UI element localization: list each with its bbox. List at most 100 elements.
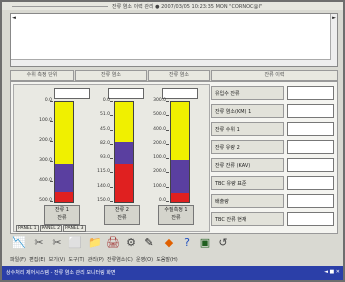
gauge-scale-label: 100.0 xyxy=(153,155,166,161)
menu-item[interactable]: 파일(F) xyxy=(10,257,26,263)
readout-label: 유입수 잔류 xyxy=(211,86,284,100)
gauge-tick xyxy=(50,121,53,122)
taskbar-title[interactable]: 상수처리 제어시스템 - 잔류 염소 관리 모니터링 화면 xyxy=(6,269,116,276)
readout-panel: 유입수 잔류 잔류 염소(KM) 1 잔류 수위 1 잔류 유량 2 잔류 잔류… xyxy=(211,84,334,230)
gauge-3-value-box xyxy=(162,88,198,99)
gauge-scale-label: 200.0 xyxy=(153,140,166,146)
gauge-3-label-line2: 잔류 xyxy=(171,215,181,221)
gauge-segment xyxy=(171,193,189,202)
gauge-scale-label: 500.0 xyxy=(153,112,166,118)
gauge-segment xyxy=(55,102,73,164)
taskbar-controls[interactable]: ◄ ■ ✕ xyxy=(324,269,340,275)
gauge-tick xyxy=(166,186,169,188)
gauge-scale-label: 93.0 xyxy=(99,155,110,161)
gauge-tick xyxy=(166,172,169,174)
readout-row: 잔류 유량 2 xyxy=(211,140,334,154)
gauge-scale-label: 82.0 xyxy=(99,140,110,146)
log-panel[interactable]: ◄ ► xyxy=(10,13,338,67)
menu-item[interactable]: 편집(E) xyxy=(29,257,45,263)
readout-value xyxy=(287,176,334,190)
gauge-scale-label: 400.0 xyxy=(39,178,52,183)
gauge-panel: 0.0 100.0 200.0 300.0 400.0 500.0 잔류 1 잔류 0.0… xyxy=(13,84,210,232)
readout-value xyxy=(287,158,334,172)
gauge-2-label[interactable]: 잔류 2 잔류 xyxy=(104,205,140,225)
readout-row: 배출량 xyxy=(211,194,334,208)
menu-item[interactable]: 보기(V) xyxy=(49,257,66,263)
readout-row: TBC 유량 표준 xyxy=(211,176,334,190)
scroll-right-icon[interactable]: ► xyxy=(332,15,336,21)
tab-panel-1[interactable]: PANEL 1 xyxy=(16,225,39,232)
horizontal-scrollbar[interactable] xyxy=(11,59,331,66)
gauge-bar xyxy=(170,101,190,203)
window-title: 잔류 염소 이력 관리 ● 2007/03/05 10:23:35 MON "C… xyxy=(112,4,263,10)
menu-item[interactable]: 잔류염소(C) xyxy=(107,257,133,263)
gauge-scale-label: 140.0 xyxy=(97,183,110,189)
gauge-segment xyxy=(115,142,133,164)
tool-icon[interactable]: ✂ xyxy=(32,236,46,250)
gauge-scale-label: 150.0 xyxy=(97,198,110,203)
gauge-scale-label: 500.0 xyxy=(39,198,52,203)
gauge-scale-label: 100.0 xyxy=(153,183,166,189)
vertical-scrollbar[interactable]: ► xyxy=(330,14,337,66)
menu-item[interactable]: 관리(P) xyxy=(88,257,104,263)
warning-icon[interactable]: ◆ xyxy=(162,236,176,250)
pen-icon[interactable]: ✎ xyxy=(142,236,156,250)
gauge-scale-label: 300.0 xyxy=(39,158,52,163)
gauge-tick xyxy=(110,115,113,117)
menu-item[interactable]: 도움말(H) xyxy=(156,257,177,263)
gauge-scale-label: 0.0 xyxy=(44,98,52,103)
gauge-segment xyxy=(171,160,189,193)
print-icon[interactable]: 🖨 xyxy=(106,236,120,250)
gauge-segment xyxy=(115,102,133,142)
title-bar: 잔류 염소 이력 관리 ● 2007/03/05 10:23:35 MON "C… xyxy=(2,2,343,10)
gauge-tick xyxy=(166,115,169,117)
gauge-tick xyxy=(110,158,113,160)
chart-icon[interactable]: 📉 xyxy=(12,236,26,250)
gauge-tick xyxy=(166,129,169,131)
gauge-3-label[interactable]: 수질측정 1 잔류 xyxy=(158,205,194,225)
gauge-1-label-line2: 잔류 xyxy=(57,215,67,221)
gauge-scale-label: 0.0 xyxy=(102,98,110,103)
header-col4: 잔류 이력 xyxy=(211,70,338,81)
readout-label: TBC 잔류 현재 xyxy=(211,212,284,226)
readout-value xyxy=(287,86,334,100)
readout-row: 유입수 잔류 xyxy=(211,86,334,100)
menu-item[interactable]: 운영(O) xyxy=(136,257,153,263)
gauge-tick xyxy=(166,158,169,160)
readout-row: 잔류 염소(KM) 1 xyxy=(211,104,334,118)
title-divider xyxy=(12,6,108,7)
menu-bar: 파일(F) 편집(E) 보기(V) 도구(T) 관리(P) 잔류염소(C) 운영… xyxy=(10,256,336,264)
gauge-2-label-line1: 잔류 2 xyxy=(115,207,129,213)
gauge-segment xyxy=(171,102,189,160)
gauge-segment xyxy=(55,192,73,202)
gauge-bar xyxy=(54,101,74,203)
tool2-icon[interactable]: ✂ xyxy=(50,236,64,250)
gauge-tick xyxy=(110,186,113,188)
page-icon[interactable]: ⬜ xyxy=(68,236,82,250)
tab-panel-3[interactable]: PANEL 3 xyxy=(63,225,86,232)
gauge-scale-label: 115.0 xyxy=(97,169,110,175)
folder-icon[interactable]: 📁 xyxy=(88,236,102,250)
gauge-tick xyxy=(50,101,53,102)
gauge-tick xyxy=(50,141,53,142)
readout-value xyxy=(287,194,334,208)
gauge-scale-label: 0.0 xyxy=(158,198,166,203)
settings-icon[interactable]: ⚙ xyxy=(124,236,138,250)
refresh-icon[interactable]: ↺ xyxy=(216,236,230,250)
scroll-left-icon[interactable]: ◄ xyxy=(12,15,16,21)
main-window: 잔류 염소 이력 관리 ● 2007/03/05 10:23:35 MON "C… xyxy=(2,2,343,280)
readout-label: 잔류 유량 2 xyxy=(211,140,284,154)
readout-row: 잔류 수위 1 xyxy=(211,122,334,136)
gauge-scale-label: 45.0 xyxy=(99,126,110,132)
monitor-icon[interactable]: ▣ xyxy=(198,236,212,250)
help-icon[interactable]: ? xyxy=(180,236,194,250)
header-col1: 수위 측정 단위 xyxy=(10,70,74,81)
readout-value xyxy=(287,140,334,154)
header-col3: 잔류 염소 xyxy=(148,70,210,81)
gauge-tick xyxy=(50,201,53,202)
tab-panel-2[interactable]: PANEL 2 xyxy=(39,225,63,232)
gauge-1-label[interactable]: 잔류 1 잔류 xyxy=(44,205,80,225)
menu-item[interactable]: 도구(T) xyxy=(68,257,84,263)
gauge-bar xyxy=(114,101,134,203)
readout-label: 잔류 잔류 (KAV) xyxy=(211,158,284,172)
